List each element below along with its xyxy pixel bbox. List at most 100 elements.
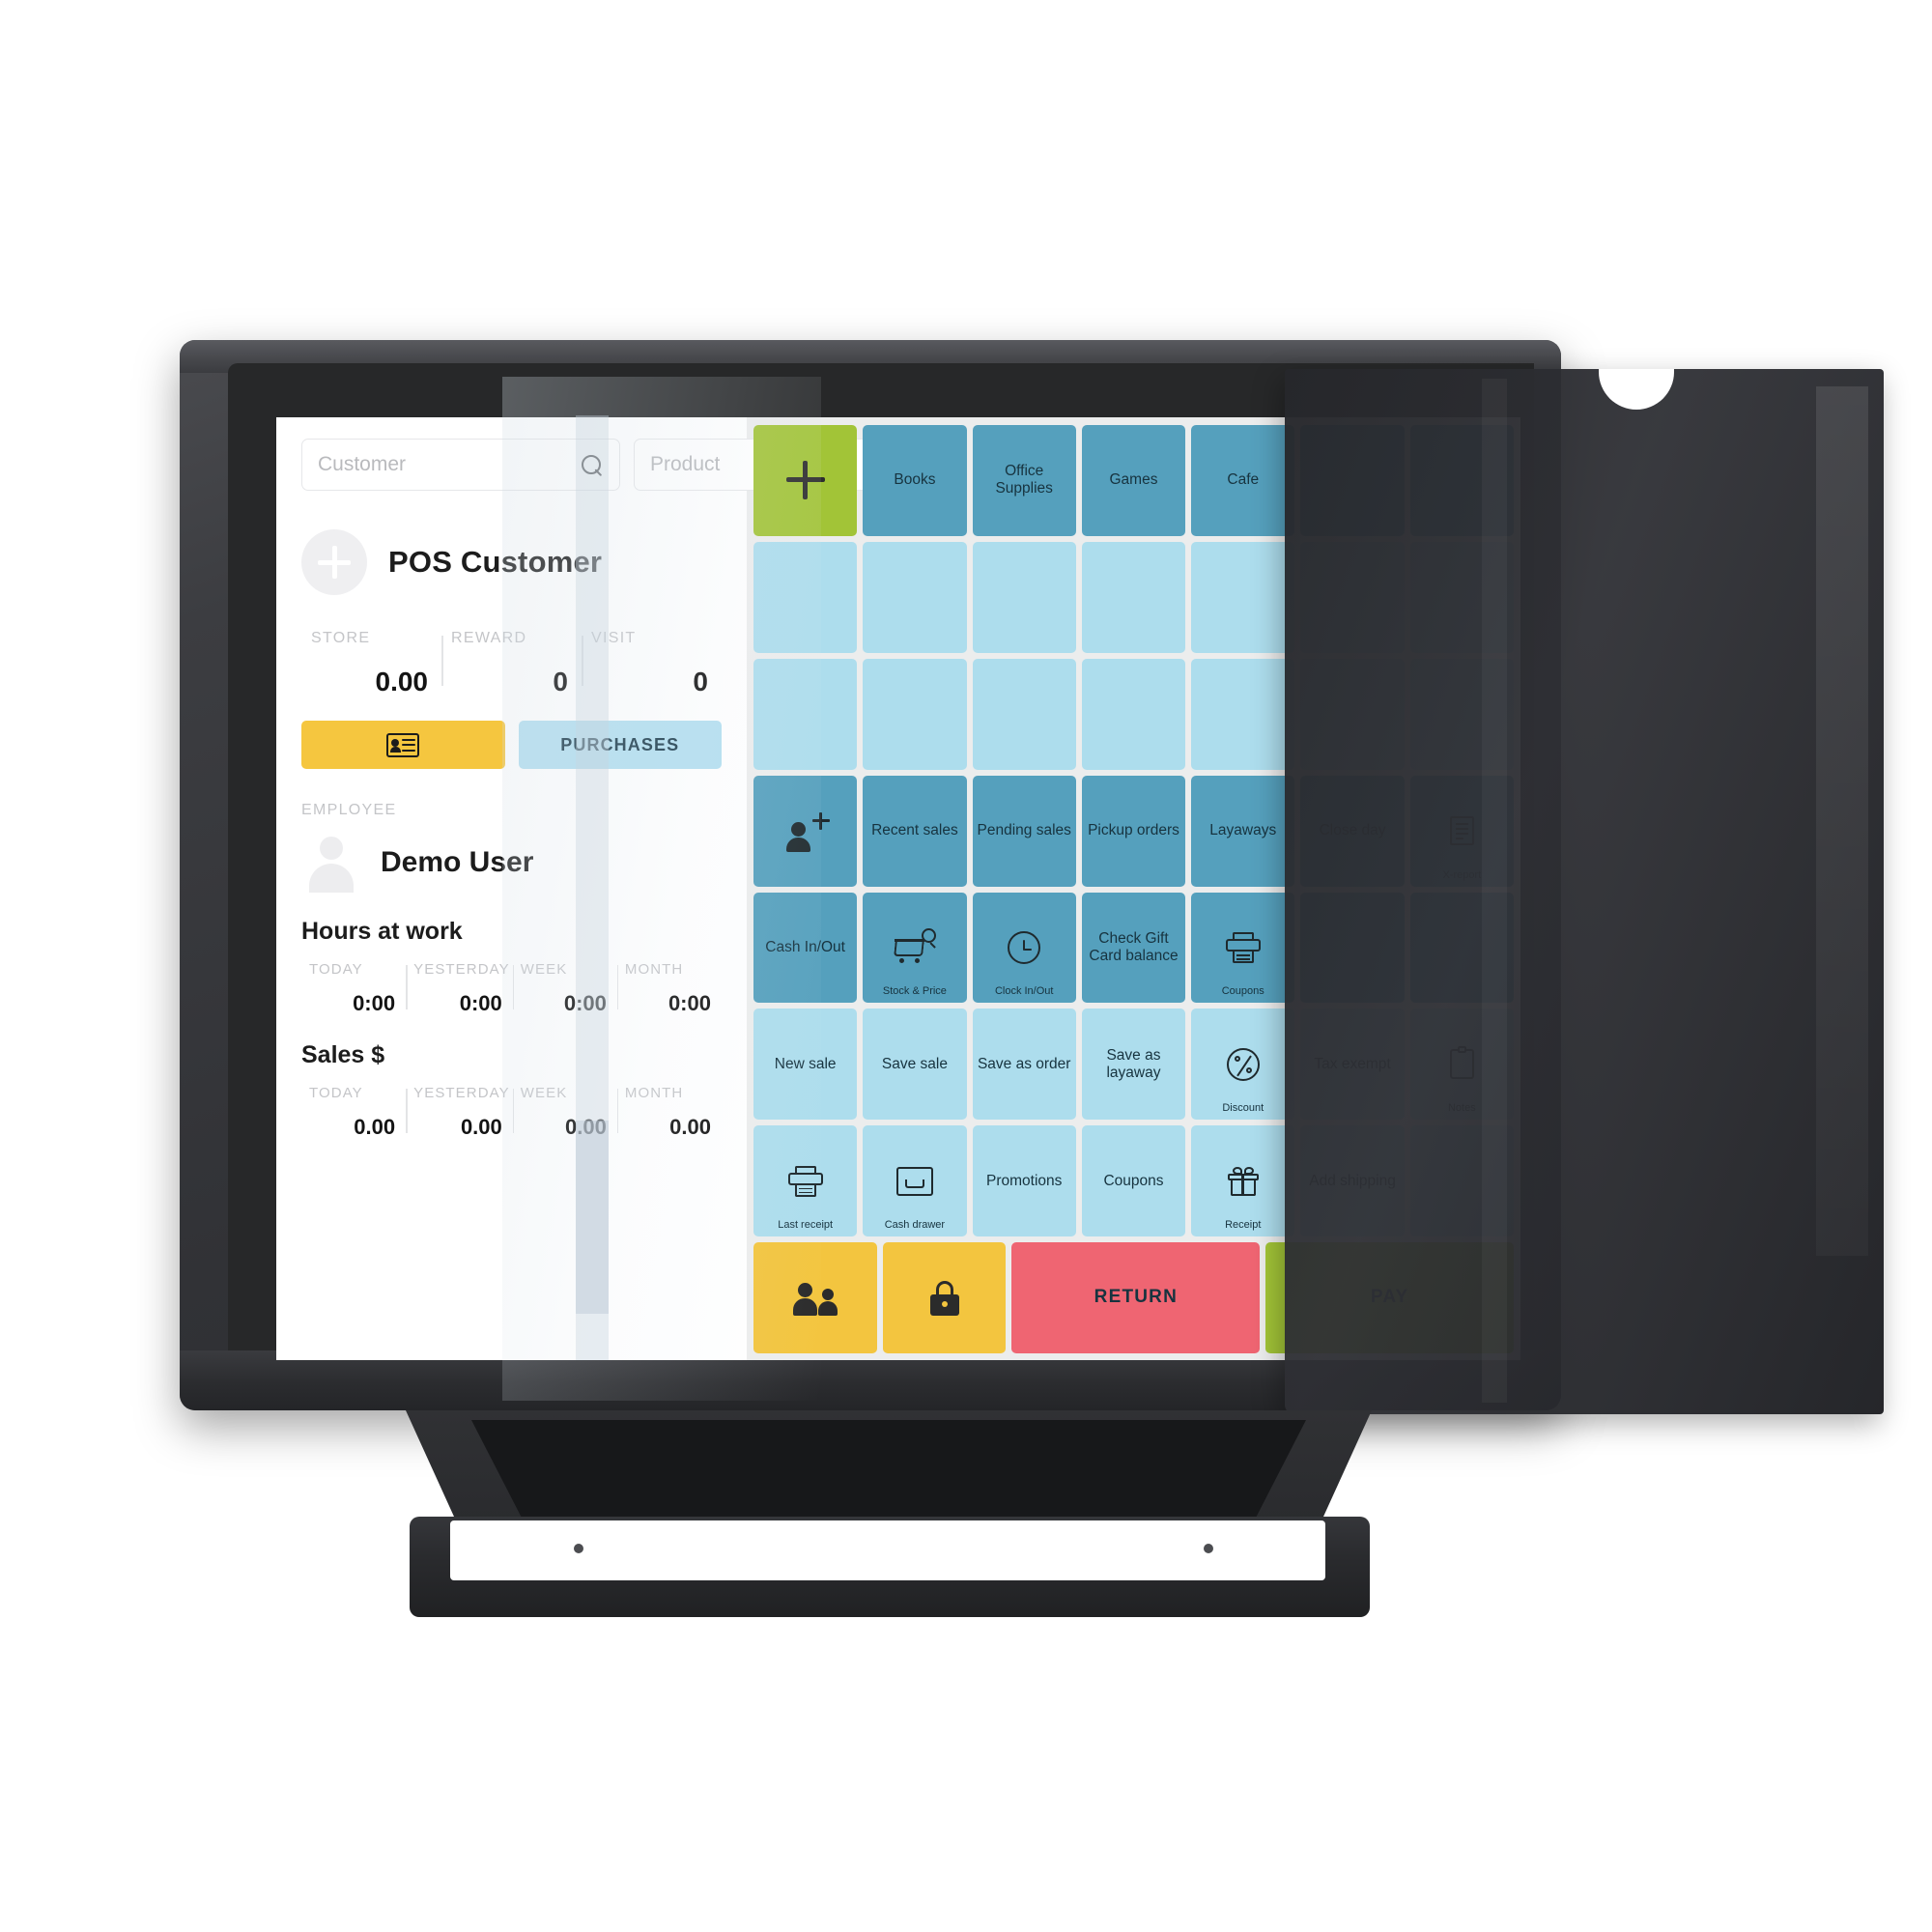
- save-sale-button[interactable]: Save sale: [863, 1009, 967, 1121]
- product-slot-empty[interactable]: [1191, 658, 1295, 770]
- coupons-button[interactable]: Coupons: [1081, 1125, 1186, 1237]
- sales-stats: TODAY 0.00 YESTERDAY 0.00 WEEK 0.00 MONT…: [301, 1085, 722, 1140]
- recent-sales-button[interactable]: Recent sales: [863, 775, 967, 887]
- customer-stats: STORE 0.00 REWARD 0 VISIT 0: [301, 630, 722, 697]
- hours-month: MONTH 0:00: [616, 961, 722, 1016]
- cash-drawer-button[interactable]: Cash drawer: [863, 1125, 967, 1237]
- sales-yesterday: YESTERDAY 0.00: [406, 1085, 513, 1140]
- product-slot-empty[interactable]: [972, 658, 1076, 770]
- product-slot-empty[interactable]: [753, 541, 858, 653]
- category-cafe[interactable]: Cafe: [1191, 425, 1295, 536]
- stat-value: 0:00: [459, 991, 502, 1015]
- stat-label: VISIT: [591, 630, 637, 646]
- stat-label: WEEK: [520, 1085, 568, 1101]
- customer-row[interactable]: POS Customer: [301, 529, 722, 595]
- stat-value: 0: [553, 667, 568, 696]
- save-as-order-button[interactable]: Save as order: [972, 1009, 1076, 1121]
- stat-visit: VISIT 0: [582, 630, 722, 697]
- sales-month: MONTH 0.00: [616, 1085, 722, 1140]
- stock-price-button[interactable]: Stock & Price: [863, 892, 967, 1004]
- product-slot-empty[interactable]: [863, 658, 967, 770]
- product-slot-empty[interactable]: [753, 658, 858, 770]
- sales-title: Sales $: [301, 1041, 385, 1068]
- new-sale-button[interactable]: New sale: [753, 1009, 858, 1121]
- pickup-orders-button[interactable]: Pickup orders: [1081, 775, 1186, 887]
- stat-label: STORE: [311, 630, 371, 646]
- stat-value: 0:00: [668, 991, 711, 1015]
- layaways-button[interactable]: Layaways: [1191, 775, 1295, 887]
- last-receipt-button[interactable]: Last receipt: [753, 1125, 858, 1237]
- tile-caption: Clock In/Out: [994, 985, 1054, 998]
- clock-in-out-button[interactable]: Clock In/Out: [972, 892, 1076, 1004]
- stat-value: 0: [693, 667, 708, 696]
- product-slot-empty[interactable]: [1081, 541, 1186, 653]
- product-slot-empty[interactable]: [972, 541, 1076, 653]
- privacy-filter-panel: [1285, 369, 1884, 1414]
- clock-icon: [1008, 930, 1041, 964]
- stat-label: TODAY: [309, 961, 363, 978]
- tile-caption: Discount: [1222, 1102, 1264, 1115]
- add-customer-avatar-icon[interactable]: [301, 529, 367, 595]
- add-category-button[interactable]: [753, 425, 858, 536]
- lock-register-button[interactable]: [882, 1242, 1007, 1353]
- stat-label: YESTERDAY: [413, 961, 510, 978]
- check-gift-card-balance-button[interactable]: Check Gift Card balance: [1081, 892, 1186, 1004]
- stat-value: 0.00: [565, 1115, 607, 1139]
- stat-label: MONTH: [624, 961, 684, 978]
- cash-drawer-icon: [895, 1166, 933, 1196]
- product-slot-empty[interactable]: [863, 541, 967, 653]
- tile-caption: Receipt: [1225, 1219, 1262, 1232]
- hours-at-work-stats: TODAY 0:00 YESTERDAY 0:00 WEEK 0:00 MONT…: [301, 961, 722, 1016]
- product-slot-empty[interactable]: [1191, 541, 1295, 653]
- stat-value: 0:00: [563, 991, 607, 1015]
- customer-action-row: PURCHASES: [301, 721, 722, 769]
- stat-label: MONTH: [624, 1085, 684, 1101]
- stat-label: TODAY: [309, 1085, 363, 1101]
- printer-icon: [787, 1165, 823, 1197]
- employee-row[interactable]: Demo User: [301, 833, 722, 893]
- privacy-filter-sheen: [1816, 386, 1868, 1256]
- tile-caption: Cash drawer: [884, 1219, 946, 1232]
- discount-button[interactable]: Discount: [1191, 1009, 1295, 1121]
- stat-value: 0:00: [353, 991, 396, 1015]
- purchases-button[interactable]: PURCHASES: [518, 721, 722, 769]
- category-books[interactable]: Books: [863, 425, 967, 536]
- stat-value: 0.00: [354, 1115, 396, 1139]
- stat-value: 0.00: [669, 1115, 711, 1139]
- receipt-button[interactable]: Receipt: [1191, 1125, 1295, 1237]
- customer-search-input[interactable]: [318, 453, 580, 476]
- add-customer-button[interactable]: [753, 775, 858, 887]
- search-row: [301, 439, 952, 491]
- stat-reward: REWARD 0: [441, 630, 582, 697]
- return-button[interactable]: RETURN: [1011, 1242, 1261, 1353]
- employee-name: Demo User: [381, 846, 534, 878]
- tile-caption: Stock & Price: [882, 985, 947, 998]
- percent-icon: [1226, 1047, 1260, 1081]
- stat-label: REWARD: [451, 630, 527, 646]
- sales-week: WEEK 0.00: [512, 1085, 617, 1140]
- tile-caption: Last receipt: [778, 1219, 834, 1232]
- switch-user-button[interactable]: [753, 1242, 877, 1353]
- id-card-icon: [386, 732, 420, 757]
- scene: POS Customer STORE 0.00 REWARD 0 VISIT 0: [0, 0, 1932, 1932]
- save-as-layaway-button[interactable]: Save as layaway: [1081, 1009, 1186, 1121]
- stand-screw: [1204, 1544, 1213, 1553]
- hours-yesterday: YESTERDAY 0:00: [406, 961, 513, 1016]
- employee-avatar-icon: [301, 833, 361, 893]
- search-icon[interactable]: [580, 453, 604, 477]
- promotions-button[interactable]: Promotions: [972, 1125, 1076, 1237]
- employee-section-label: EMPLOYEE: [301, 802, 397, 818]
- stat-value: 0.00: [460, 1115, 502, 1139]
- category-games[interactable]: Games: [1081, 425, 1186, 536]
- pending-sales-button[interactable]: Pending sales: [972, 775, 1076, 887]
- printer-icon: [1225, 931, 1261, 963]
- customer-search-box[interactable]: [301, 439, 620, 491]
- print-coupons-button[interactable]: Coupons: [1191, 892, 1295, 1004]
- category-office-supplies[interactable]: Office Supplies: [972, 425, 1076, 536]
- customer-details-button[interactable]: [301, 721, 505, 769]
- product-slot-empty[interactable]: [1081, 658, 1186, 770]
- stat-store: STORE 0.00: [301, 630, 441, 697]
- lock-icon: [929, 1280, 959, 1316]
- add-customer-icon: [780, 810, 832, 853]
- cash-in-out-button[interactable]: Cash In/Out: [753, 892, 858, 1004]
